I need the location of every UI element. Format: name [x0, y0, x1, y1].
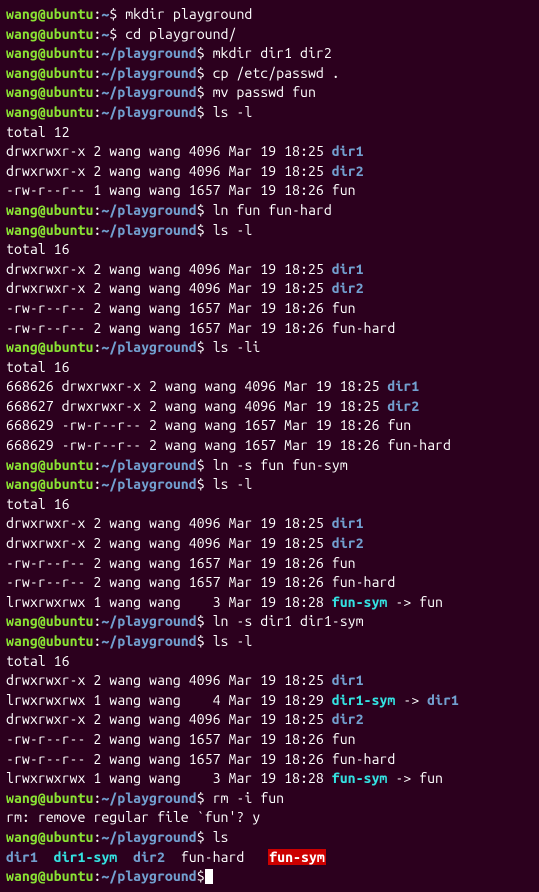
- terminal-line: wang@ubuntu:~/playground$ ls -l: [6, 475, 533, 495]
- terminal-line: total 16: [6, 495, 533, 515]
- terminal-line: total 16: [6, 240, 533, 260]
- terminal-line: wang@ubuntu:~/playground$: [6, 867, 533, 887]
- terminal-line: wang@ubuntu:~/playground$ rm -i fun: [6, 789, 533, 809]
- terminal-line: total 16: [6, 652, 533, 672]
- terminal-line: wang@ubuntu:~/playground$ ln fun fun-har…: [6, 201, 533, 221]
- terminal-line: 668629 -rw-r--r-- 2 wang wang 1657 Mar 1…: [6, 416, 533, 436]
- terminal-line: drwxrwxr-x 2 wang wang 4096 Mar 19 18:25…: [6, 279, 533, 299]
- terminal-line: wang@ubuntu:~/playground$ ln -s fun fun-…: [6, 456, 533, 476]
- terminal-line: lrwxrwxrwx 1 wang wang 3 Mar 19 18:28 fu…: [6, 593, 533, 613]
- terminal-output[interactable]: wang@ubuntu:~$ mkdir playgroundwang@ubun…: [6, 5, 533, 887]
- terminal-line: wang@ubuntu:~/playground$ ln -s dir1 dir…: [6, 612, 533, 632]
- terminal-line: lrwxrwxrwx 1 wang wang 3 Mar 19 18:28 fu…: [6, 769, 533, 789]
- terminal-line: wang@ubuntu:~/playground$ ls -l: [6, 103, 533, 123]
- terminal-line: -rw-r--r-- 2 wang wang 1657 Mar 19 18:26…: [6, 730, 533, 750]
- terminal-line: wang@ubuntu:~/playground$ ls -l: [6, 632, 533, 652]
- terminal-line: 668626 drwxrwxr-x 2 wang wang 4096 Mar 1…: [6, 377, 533, 397]
- terminal-line: wang@ubuntu:~/playground$ mv passwd fun: [6, 83, 533, 103]
- terminal-line: -rw-r--r-- 1 wang wang 1657 Mar 19 18:26…: [6, 181, 533, 201]
- terminal-line: 668629 -rw-r--r-- 2 wang wang 1657 Mar 1…: [6, 436, 533, 456]
- terminal-line: drwxrwxr-x 2 wang wang 4096 Mar 19 18:25…: [6, 162, 533, 182]
- terminal-line: drwxrwxr-x 2 wang wang 4096 Mar 19 18:25…: [6, 671, 533, 691]
- cursor: [205, 869, 213, 884]
- terminal-line: drwxrwxr-x 2 wang wang 4096 Mar 19 18:25…: [6, 514, 533, 534]
- terminal-line: -rw-r--r-- 2 wang wang 1657 Mar 19 18:26…: [6, 573, 533, 593]
- terminal-line: -rw-r--r-- 2 wang wang 1657 Mar 19 18:26…: [6, 554, 533, 574]
- terminal-line: wang@ubuntu:~$ mkdir playground: [6, 5, 533, 25]
- terminal-line: dir1 dir1-sym dir2 fun-hard fun-sym: [6, 848, 533, 868]
- terminal-line: total 12: [6, 123, 533, 143]
- terminal-line: drwxrwxr-x 2 wang wang 4096 Mar 19 18:25…: [6, 710, 533, 730]
- terminal-line: wang@ubuntu:~/playground$ cp /etc/passwd…: [6, 64, 533, 84]
- terminal-line: -rw-r--r-- 2 wang wang 1657 Mar 19 18:26…: [6, 299, 533, 319]
- terminal-line: wang@ubuntu:~/playground$ ls -li: [6, 338, 533, 358]
- terminal-line: 668627 drwxrwxr-x 2 wang wang 4096 Mar 1…: [6, 397, 533, 417]
- terminal-line: wang@ubuntu:~/playground$ mkdir dir1 dir…: [6, 44, 533, 64]
- terminal-line: wang@ubuntu:~/playground$ ls: [6, 828, 533, 848]
- terminal-line: rm: remove regular file `fun'? y: [6, 808, 533, 828]
- terminal-line: drwxrwxr-x 2 wang wang 4096 Mar 19 18:25…: [6, 260, 533, 280]
- terminal-line: drwxrwxr-x 2 wang wang 4096 Mar 19 18:25…: [6, 142, 533, 162]
- terminal-line: -rw-r--r-- 2 wang wang 1657 Mar 19 18:26…: [6, 319, 533, 339]
- terminal-line: lrwxrwxrwx 1 wang wang 4 Mar 19 18:29 di…: [6, 691, 533, 711]
- terminal-line: -rw-r--r-- 2 wang wang 1657 Mar 19 18:26…: [6, 750, 533, 770]
- terminal-line: total 16: [6, 358, 533, 378]
- terminal-line: wang@ubuntu:~$ cd playground/: [6, 25, 533, 45]
- terminal-line: drwxrwxr-x 2 wang wang 4096 Mar 19 18:25…: [6, 534, 533, 554]
- terminal-line: wang@ubuntu:~/playground$ ls -l: [6, 221, 533, 241]
